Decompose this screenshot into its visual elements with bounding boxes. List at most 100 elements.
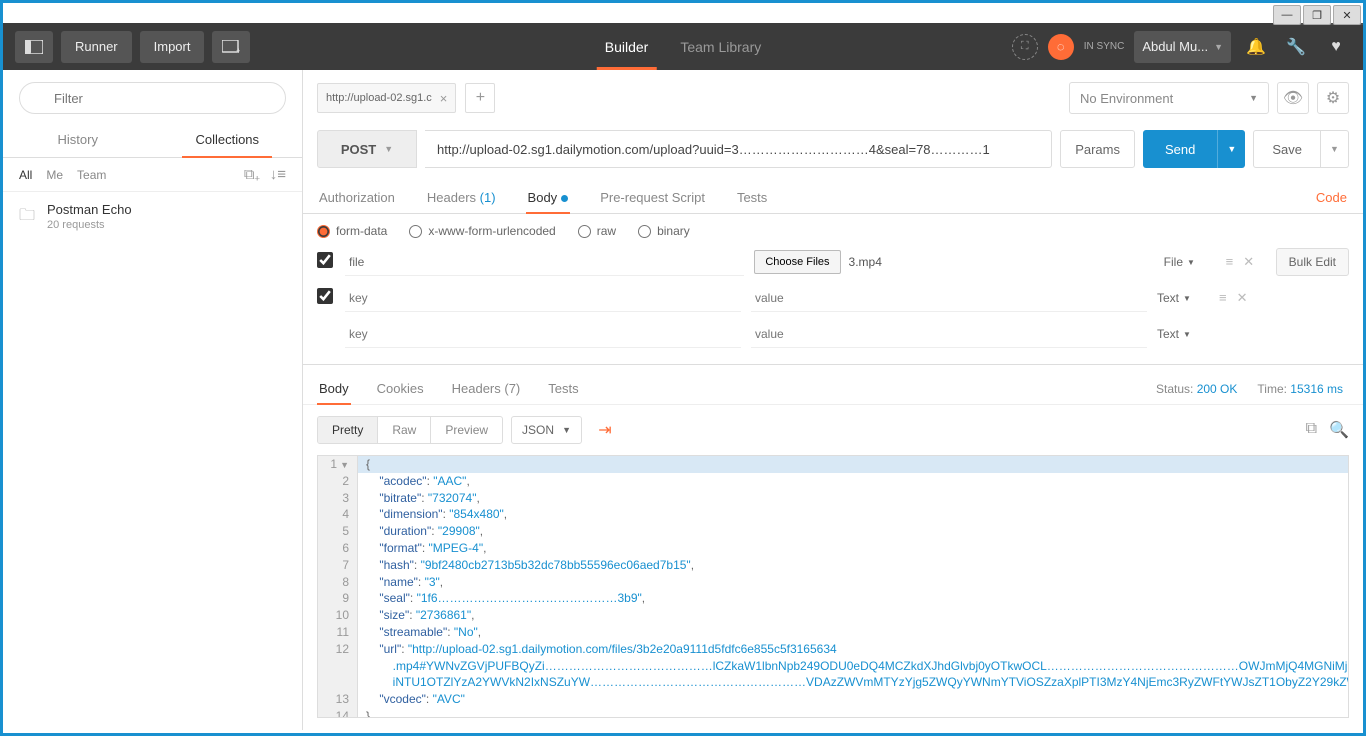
top-tabs: Builder Team Library	[589, 23, 778, 70]
folder-icon: 🗀	[19, 204, 35, 231]
tab-prerequest[interactable]: Pre-request Script	[598, 182, 707, 213]
delete-icon[interactable]: ✕	[1243, 254, 1254, 270]
interceptor-icon[interactable]: ⛶	[1012, 34, 1038, 60]
modified-dot-icon	[561, 195, 568, 202]
send-dropdown[interactable]: ▼	[1217, 130, 1245, 168]
tab-headers[interactable]: Headers (1)	[425, 182, 498, 213]
filter-input[interactable]	[19, 82, 286, 114]
time-value: 15316 ms	[1290, 382, 1343, 396]
save-dropdown[interactable]: ▼	[1321, 130, 1349, 168]
tab-builder[interactable]: Builder	[589, 23, 665, 70]
resp-tab-headers[interactable]: Headers (7)	[450, 373, 523, 404]
scope-all[interactable]: All	[19, 168, 32, 182]
window-close[interactable]: ✕	[1333, 5, 1361, 25]
response-toolbar: Pretty Raw Preview JSON▼ ⇥ ⧉ 🔍	[303, 405, 1363, 455]
raw-button[interactable]: Raw	[378, 417, 431, 443]
send-button[interactable]: Send	[1143, 130, 1217, 168]
row-checkbox[interactable]	[317, 252, 333, 268]
user-dropdown[interactable]: Abdul Mu... ▼	[1134, 31, 1231, 63]
chevron-down-icon: ▼	[384, 144, 393, 154]
value-input[interactable]	[751, 320, 1147, 348]
close-icon[interactable]: ×	[440, 91, 448, 106]
environment-dropdown[interactable]: No Environment ▼	[1069, 82, 1269, 114]
tab-history[interactable]: History	[3, 122, 153, 157]
sort-icon[interactable]: ↓≡	[270, 166, 286, 183]
radio-urlencoded[interactable]: x-www-form-urlencoded	[409, 224, 555, 238]
format-dropdown[interactable]: JSON▼	[511, 416, 582, 444]
type-dropdown[interactable]: File▼	[1164, 255, 1216, 269]
tab-authorization[interactable]: Authorization	[317, 182, 397, 213]
environment-label: No Environment	[1080, 91, 1173, 106]
filename-label: 3.mp4	[849, 255, 882, 269]
value-input[interactable]	[751, 284, 1147, 312]
window-maximize[interactable]: ❐	[1303, 5, 1331, 25]
key-input[interactable]	[345, 320, 741, 348]
row-checkbox[interactable]	[317, 288, 333, 304]
search-icon[interactable]: 🔍	[1329, 420, 1349, 440]
request-row: POST ▼ Params Send ▼ Save ▼	[303, 122, 1363, 176]
chevron-down-icon: ▼	[1214, 42, 1223, 52]
resp-tab-body[interactable]: Body	[317, 373, 351, 404]
new-window-icon[interactable]: +	[212, 31, 250, 63]
type-dropdown[interactable]: Text▼	[1157, 291, 1209, 305]
wrap-icon[interactable]: ⇥	[590, 415, 620, 445]
scope-me[interactable]: Me	[46, 168, 63, 182]
environment-preview-icon[interactable]: 👁	[1277, 82, 1309, 114]
runner-button[interactable]: Runner	[61, 31, 132, 63]
view-segment: Pretty Raw Preview	[317, 416, 503, 444]
sidebar-toggle-icon[interactable]	[15, 31, 53, 63]
params-button[interactable]: Params	[1060, 130, 1135, 168]
key-input[interactable]	[345, 284, 741, 312]
request-tab-label: http://upload-02.sg1.c	[326, 92, 432, 104]
topbar: Runner Import + Builder Team Library ⛶ ◌…	[3, 23, 1363, 70]
svg-text:+: +	[236, 46, 240, 54]
tab-tests[interactable]: Tests	[735, 182, 769, 213]
choose-files-button[interactable]: Choose Files	[754, 250, 840, 274]
url-input[interactable]	[425, 130, 1052, 168]
scope-row: All Me Team ⧉₊ ↓≡	[3, 158, 302, 192]
method-dropdown[interactable]: POST ▼	[317, 130, 417, 168]
tab-team-library[interactable]: Team Library	[664, 23, 777, 70]
key-input[interactable]	[345, 248, 744, 276]
new-collection-icon[interactable]: ⧉₊	[244, 166, 260, 183]
env-bar: http://upload-02.sg1.c × + No Environmen…	[303, 70, 1363, 122]
import-button[interactable]: Import	[140, 31, 205, 63]
add-tab-button[interactable]: +	[465, 83, 495, 113]
user-name: Abdul Mu...	[1142, 39, 1208, 54]
sidebar: 🔍 History Collections All Me Team ⧉₊ ↓≡ …	[3, 70, 303, 730]
environment-settings-icon[interactable]: ⚙	[1317, 82, 1349, 114]
type-dropdown[interactable]: Text▼	[1157, 327, 1209, 341]
drag-icon[interactable]: ≡	[1226, 254, 1234, 270]
pretty-button[interactable]: Pretty	[318, 417, 378, 443]
radio-formdata[interactable]: form-data	[317, 224, 387, 238]
window-controls: — ❐ ✕	[1273, 3, 1363, 25]
tab-body[interactable]: Body	[526, 182, 571, 213]
notifications-icon[interactable]: 🔔	[1241, 32, 1271, 62]
request-tab[interactable]: http://upload-02.sg1.c ×	[317, 83, 456, 113]
settings-icon[interactable]: 🔧	[1281, 32, 1311, 62]
radio-binary[interactable]: binary	[638, 224, 690, 238]
window-minimize[interactable]: —	[1273, 5, 1301, 25]
save-button[interactable]: Save	[1253, 130, 1321, 168]
collection-item[interactable]: 🗀 Postman Echo 20 requests	[3, 192, 302, 241]
collection-name: Postman Echo	[47, 202, 132, 217]
generate-code-link[interactable]: Code	[1314, 182, 1349, 213]
status-area: Status: 200 OK Time: 15316 ms	[1156, 382, 1349, 396]
radio-raw[interactable]: raw	[578, 224, 616, 238]
scope-team[interactable]: Team	[77, 168, 106, 182]
resp-tab-cookies[interactable]: Cookies	[375, 373, 426, 404]
response-tabs: Body Cookies Headers (7) Tests Status: 2…	[303, 365, 1363, 405]
delete-icon[interactable]: ✕	[1237, 290, 1248, 306]
preview-button[interactable]: Preview	[431, 417, 502, 443]
response-body[interactable]: 1▼{ 2 "acodec": "AAC", 3 "bitrate": "732…	[317, 455, 1349, 718]
heart-icon[interactable]: ♥	[1321, 32, 1351, 62]
tab-collections[interactable]: Collections	[153, 122, 303, 157]
sync-icon[interactable]: ◌	[1048, 34, 1074, 60]
drag-icon[interactable]: ≡	[1219, 290, 1227, 306]
bulk-edit-button[interactable]: Bulk Edit	[1276, 248, 1349, 276]
copy-icon[interactable]: ⧉	[1306, 420, 1317, 440]
resp-tab-tests[interactable]: Tests	[546, 373, 580, 404]
method-label: POST	[341, 142, 376, 157]
status-value: 200 OK	[1197, 382, 1238, 396]
body-type-row: form-data x-www-form-urlencoded raw bina…	[303, 214, 1363, 244]
